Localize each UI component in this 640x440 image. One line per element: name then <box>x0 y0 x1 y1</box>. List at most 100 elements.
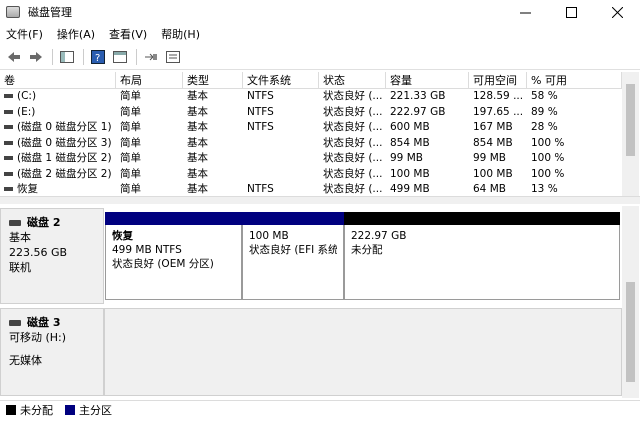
partition-status: 状态良好 (EFI 系统 <box>249 244 337 256</box>
close-button[interactable] <box>594 0 640 24</box>
table-cell: 简单 <box>116 105 183 121</box>
legend: 未分配 主分区 <box>0 400 640 418</box>
table-cell: 100 % <box>527 136 622 152</box>
column-header-percent-free[interactable]: % 可用 <box>527 72 622 88</box>
pane-splitter[interactable] <box>0 196 640 204</box>
disk-2-name: 磁盘 2 <box>27 216 61 229</box>
help-button[interactable]: ? <box>88 47 108 67</box>
table-cell: 基本 <box>183 151 243 167</box>
svg-text:?: ? <box>95 53 100 64</box>
disk-3-name: 磁盘 3 <box>27 316 61 329</box>
disk-view-scrollbar[interactable] <box>622 206 639 398</box>
cell-text: 简单 <box>120 183 141 195</box>
cell-text: 222.97 GB <box>390 105 446 118</box>
table-row[interactable]: (磁盘 1 磁盘分区 2) 简单 基本 状态良好 (... 99 MB 99 MB 100 … <box>0 151 622 167</box>
table-row[interactable]: (C:) 简单 基本 NTFS 状态良好 (... 221.33 GB 128.59 ...… <box>0 89 622 105</box>
column-header-status[interactable]: 状态 <box>319 72 386 88</box>
table-cell: 100 MB <box>386 167 469 183</box>
legend-label: 主分区 <box>79 403 112 417</box>
close-icon <box>611 6 623 18</box>
table-cell: 99 MB <box>469 151 527 167</box>
table-cell: 100 % <box>527 151 622 167</box>
column-header-volume[interactable]: 卷 <box>0 72 116 88</box>
table-cell: 600 MB <box>386 120 469 136</box>
partition-size: 222.97 GB <box>351 230 407 242</box>
back-button[interactable] <box>4 47 24 67</box>
table-cell: 13 % <box>527 182 622 196</box>
properties-icon <box>113 50 127 63</box>
cell-text: 状态良好 (... <box>323 90 383 102</box>
minimize-button[interactable] <box>502 0 548 24</box>
cell-text: 基本 <box>187 90 208 102</box>
cell-text: 简单 <box>120 152 141 164</box>
table-row[interactable]: (E:) 简单 基本 NTFS 状态良好 (... 222.97 GB 197.65 ...… <box>0 105 622 121</box>
scrollbar-thumb[interactable] <box>626 282 635 382</box>
column-header-capacity[interactable]: 容量 <box>386 72 469 88</box>
legend-swatch <box>65 404 75 415</box>
column-header-filesystem[interactable]: 文件系统 <box>243 72 319 88</box>
table-cell: 基本 <box>183 105 243 121</box>
table-cell: 简单 <box>116 182 183 196</box>
partition-efi[interactable]: 100 MB 状态良好 (EFI 系统 <box>242 212 344 300</box>
cell-text: 简单 <box>120 90 141 102</box>
menu-view[interactable]: 查看(V) <box>109 26 147 42</box>
menu-file[interactable]: 文件(F) <box>6 26 43 42</box>
disk-3-empty-area <box>104 308 622 396</box>
partition-unallocated[interactable]: 222.97 GB 未分配 <box>344 212 620 300</box>
help-icon: ? <box>91 49 105 64</box>
minimize-icon <box>519 12 531 13</box>
maximize-button[interactable] <box>548 0 594 24</box>
cell-text: NTFS <box>247 121 274 133</box>
disk-2-status: 联机 <box>9 261 31 274</box>
table-cell: 状态良好 (... <box>319 167 386 183</box>
cell-text: 基本 <box>187 183 208 195</box>
menu-bar: 文件(F) 操作(A) 查看(V) 帮助(H) <box>0 24 640 44</box>
column-header-type[interactable]: 类型 <box>183 72 243 88</box>
properties-button[interactable] <box>110 47 130 67</box>
table-row[interactable]: (磁盘 2 磁盘分区 2) 简单 基本 状态良好 (... 100 MB 100 MB 10… <box>0 167 622 183</box>
cell-text: 89 % <box>531 105 558 118</box>
cell-text: 基本 <box>187 136 208 149</box>
table-cell: 58 % <box>527 89 622 105</box>
cell-text: 167 MB <box>473 121 513 133</box>
table-cell: NTFS <box>243 120 319 136</box>
table-row[interactable]: (磁盘 0 磁盘分区 1) 简单 基本 NTFS 状态良好 (... 600 MB 167 … <box>0 120 622 136</box>
table-row[interactable]: 恢复 简单 基本 NTFS 状态良好 (... 499 MB 64 MB 13 % <box>0 182 622 196</box>
volume-icon <box>4 125 13 129</box>
table-cell: 简单 <box>116 136 183 152</box>
cell-text: 28 % <box>531 121 558 133</box>
volume-icon <box>4 156 13 160</box>
cell-text: 基本 <box>187 105 208 118</box>
table-row[interactable]: (磁盘 0 磁盘分区 3) 简单 基本 状态良好 (... 854 MB 854 MB 10… <box>0 136 622 152</box>
cell-text: 99 MB <box>390 152 423 164</box>
settings-button[interactable] <box>163 47 183 67</box>
disk-3-info[interactable]: 磁盘 3 可移动 (H:) 无媒体 <box>0 308 104 396</box>
cell-text: 100 % <box>531 136 565 149</box>
cell-text: 64 MB <box>473 183 506 195</box>
scrollbar-thumb[interactable] <box>626 84 635 156</box>
volume-list-scrollbar[interactable] <box>622 72 639 196</box>
partition-size: 100 MB <box>249 230 289 242</box>
volume-icon <box>4 94 13 98</box>
disk-2-info[interactable]: 磁盘 2 基本 223.56 GB 联机 <box>0 208 104 304</box>
console-tree-button[interactable] <box>57 47 77 67</box>
menu-help[interactable]: 帮助(H) <box>161 26 200 42</box>
table-cell: 状态良好 (... <box>319 182 386 196</box>
volume-icon <box>4 140 13 145</box>
table-cell: 221.33 GB <box>386 89 469 105</box>
menu-action[interactable]: 操作(A) <box>57 26 95 42</box>
table-cell <box>243 167 319 183</box>
table-cell: 状态良好 (... <box>319 105 386 121</box>
cell-text: 499 MB <box>390 183 430 195</box>
table-cell: 基本 <box>183 120 243 136</box>
connect-button[interactable] <box>141 47 161 67</box>
column-header-layout[interactable]: 布局 <box>116 72 183 88</box>
disk-row-2: 磁盘 2 基本 223.56 GB 联机 恢复 499 MB NTFS 状态良好… <box>0 208 622 304</box>
partition-recovery[interactable]: 恢复 499 MB NTFS 状态良好 (OEM 分区) <box>105 212 242 300</box>
column-header-free-space[interactable]: 可用空间 <box>469 72 527 88</box>
table-cell: 100 % <box>527 167 622 183</box>
forward-button[interactable] <box>26 47 46 67</box>
table-cell <box>243 136 319 152</box>
table-cell: 28 % <box>527 120 622 136</box>
partition-size: 499 MB NTFS <box>112 244 182 256</box>
